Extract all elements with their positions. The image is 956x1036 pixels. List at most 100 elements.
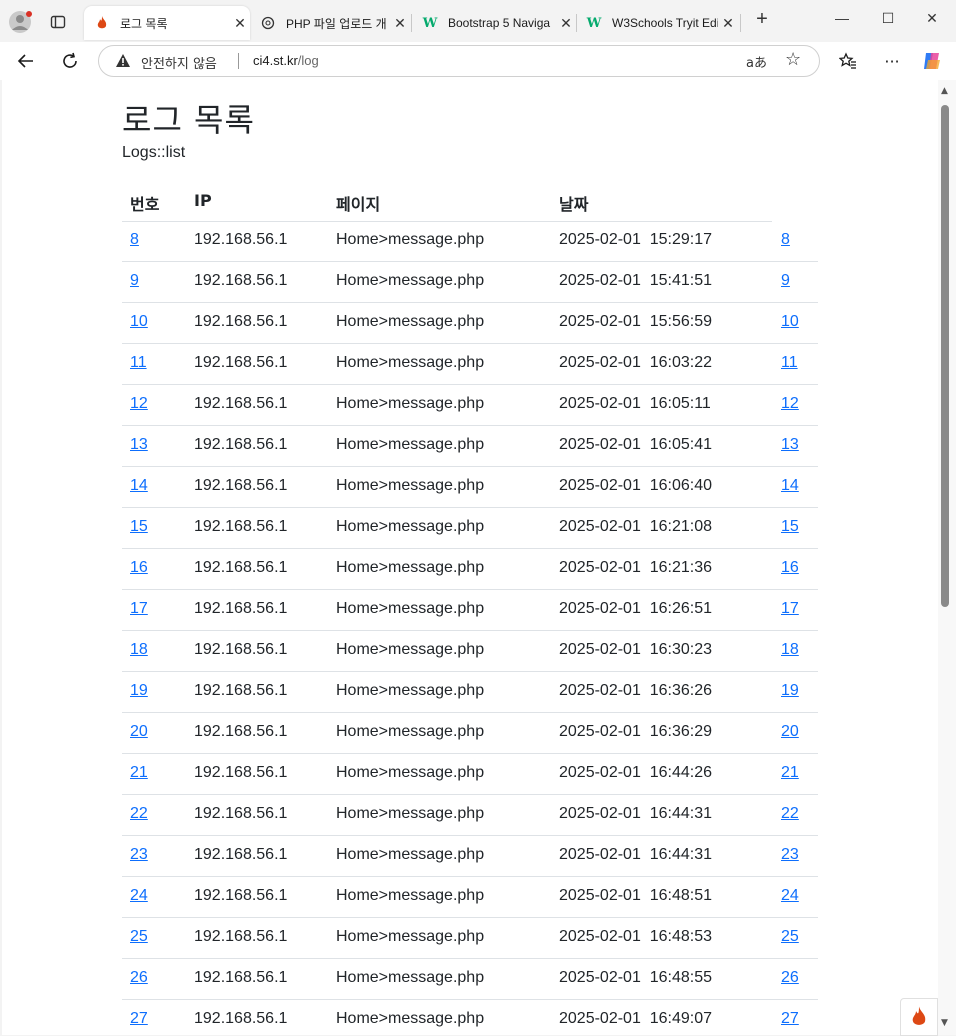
row-detail-link[interactable]: 26 [781, 969, 799, 987]
table-row: 9 192.168.56.1 Home>message.php 2025-02-01 … [122, 262, 818, 303]
favorites-button[interactable] [834, 47, 862, 75]
row-number-link[interactable]: 14 [130, 477, 148, 495]
row-number-link[interactable]: 12 [130, 395, 148, 413]
row-ip: 192.168.56.1 [194, 1010, 288, 1027]
row-detail-link[interactable]: 25 [781, 928, 799, 946]
row-number-link[interactable]: 18 [130, 641, 148, 659]
scrollbar-thumb[interactable] [941, 105, 949, 607]
row-detail-link[interactable]: 15 [781, 518, 799, 536]
back-button[interactable] [12, 47, 40, 75]
row-ip: 192.168.56.1 [194, 805, 288, 822]
row-number-link[interactable]: 23 [130, 846, 148, 864]
scroll-up-arrow-icon[interactable]: ▲ [941, 86, 948, 96]
tab-title: 로그 목록 [120, 16, 168, 31]
row-number-link[interactable]: 19 [130, 682, 148, 700]
row-number-link[interactable]: 15 [130, 518, 148, 536]
new-tab-button[interactable]: + [750, 8, 774, 30]
table-row: 24 192.168.56.1 Home>message.php 2025-02-01… [122, 877, 818, 918]
row-number-link[interactable]: 8 [130, 231, 139, 249]
row-number-link[interactable]: 16 [130, 559, 148, 577]
tab-w3schools-tryit[interactable]: W W3Schools Tryit Edi ✕ [576, 6, 738, 40]
row-number-link[interactable]: 17 [130, 600, 148, 618]
tab-actions-button[interactable] [44, 8, 72, 36]
table-header: 번호 IP 페이지 날짜 [122, 181, 772, 222]
reload-button[interactable] [56, 47, 84, 75]
openai-icon [260, 15, 276, 31]
tab-php-upload[interactable]: PHP 파일 업로드 개 ✕ [250, 6, 410, 40]
row-detail-link[interactable]: 27 [781, 1010, 799, 1028]
maximize-button[interactable]: ☐ [876, 10, 900, 32]
row-detail-link[interactable]: 8 [781, 231, 790, 249]
vertical-scrollbar[interactable]: ▲ ▼ [938, 80, 956, 1035]
row-ip: 192.168.56.1 [194, 764, 288, 781]
row-date: 2025-02-01 16:21:36 [559, 559, 713, 576]
row-number-link[interactable]: 20 [130, 723, 148, 741]
row-ip: 192.168.56.1 [194, 600, 288, 617]
row-detail-link[interactable]: 12 [781, 395, 799, 413]
tab-bootstrap-navigation[interactable]: W Bootstrap 5 Naviga ✕ [412, 6, 576, 40]
tab-title: PHP 파일 업로드 개 [286, 16, 387, 31]
row-detail-link[interactable]: 16 [781, 559, 799, 577]
row-ip: 192.168.56.1 [194, 477, 288, 494]
minimize-button[interactable]: — [830, 10, 854, 32]
address-divider [238, 53, 239, 69]
tab-divider [740, 14, 741, 32]
close-tab-icon[interactable]: ✕ [556, 15, 576, 32]
tab-title: Bootstrap 5 Naviga [448, 16, 551, 30]
row-ip: 192.168.56.1 [194, 723, 288, 740]
close-tab-icon[interactable]: ✕ [718, 15, 738, 32]
row-number-link[interactable]: 13 [130, 436, 148, 454]
row-detail-link[interactable]: 24 [781, 887, 799, 905]
row-detail-link[interactable]: 23 [781, 846, 799, 864]
row-number-link[interactable]: 11 [130, 354, 147, 372]
row-date: 2025-02-01 16:21:08 [559, 518, 713, 535]
row-page: Home>message.php [336, 723, 485, 740]
read-aloud-icon[interactable]: aあ [746, 52, 767, 71]
close-window-button[interactable]: ✕ [920, 10, 944, 32]
table-row: 14 192.168.56.1 Home>message.php 2025-02-01… [122, 467, 818, 508]
row-detail-link[interactable]: 14 [781, 477, 799, 495]
close-tab-icon[interactable]: ✕ [390, 15, 410, 32]
profile-avatar[interactable] [6, 8, 34, 36]
warning-icon[interactable] [115, 53, 131, 72]
not-secure-label[interactable]: 안전하지 않음 [141, 53, 217, 72]
row-number-link[interactable]: 25 [130, 928, 148, 946]
row-page: Home>message.php [336, 969, 485, 986]
debug-toolbar-button[interactable] [900, 998, 938, 1036]
row-number-link[interactable]: 9 [130, 272, 139, 290]
url-text[interactable]: ci4.st.kr/log [253, 53, 319, 68]
row-detail-link[interactable]: 20 [781, 723, 799, 741]
tab-log-list[interactable]: 로그 목록 ✕ [84, 6, 250, 40]
row-number-link[interactable]: 21 [130, 764, 148, 782]
flame-icon [912, 1006, 926, 1025]
scroll-down-arrow-icon[interactable]: ▼ [941, 1018, 948, 1028]
row-detail-link[interactable]: 10 [781, 313, 799, 331]
row-detail-link[interactable]: 19 [781, 682, 799, 700]
row-detail-link[interactable]: 22 [781, 805, 799, 823]
row-page: Home>message.php [336, 518, 485, 535]
row-number-link[interactable]: 27 [130, 1010, 148, 1028]
address-bar[interactable]: 안전하지 않음 ci4.st.kr/log aあ ☆ [98, 45, 820, 77]
table-row: 11 192.168.56.1 Home>message.php 2025-02-01… [122, 344, 818, 385]
tab-actions-icon [50, 15, 66, 29]
row-number-link[interactable]: 10 [130, 313, 148, 331]
row-page: Home>message.php [336, 764, 485, 781]
row-number-link[interactable]: 24 [130, 887, 148, 905]
row-number-link[interactable]: 26 [130, 969, 148, 987]
row-detail-link[interactable]: 11 [781, 354, 798, 372]
row-detail-link[interactable]: 17 [781, 600, 799, 618]
row-detail-link[interactable]: 9 [781, 272, 790, 290]
more-menu-button[interactable]: ··· [878, 47, 906, 75]
copilot-button[interactable] [918, 47, 946, 75]
row-detail-link[interactable]: 21 [781, 764, 799, 782]
w3schools-icon: W [422, 15, 438, 31]
column-header-ip: IP [194, 191, 212, 210]
table-row: 25 192.168.56.1 Home>message.php 2025-02-01… [122, 918, 818, 959]
close-tab-icon[interactable]: ✕ [230, 15, 250, 32]
row-page: Home>message.php [336, 231, 485, 248]
row-number-link[interactable]: 22 [130, 805, 148, 823]
favorite-star-icon[interactable]: ☆ [785, 49, 801, 70]
row-detail-link[interactable]: 18 [781, 641, 799, 659]
row-detail-link[interactable]: 13 [781, 436, 799, 454]
row-date: 2025-02-01 16:44:31 [559, 805, 713, 822]
